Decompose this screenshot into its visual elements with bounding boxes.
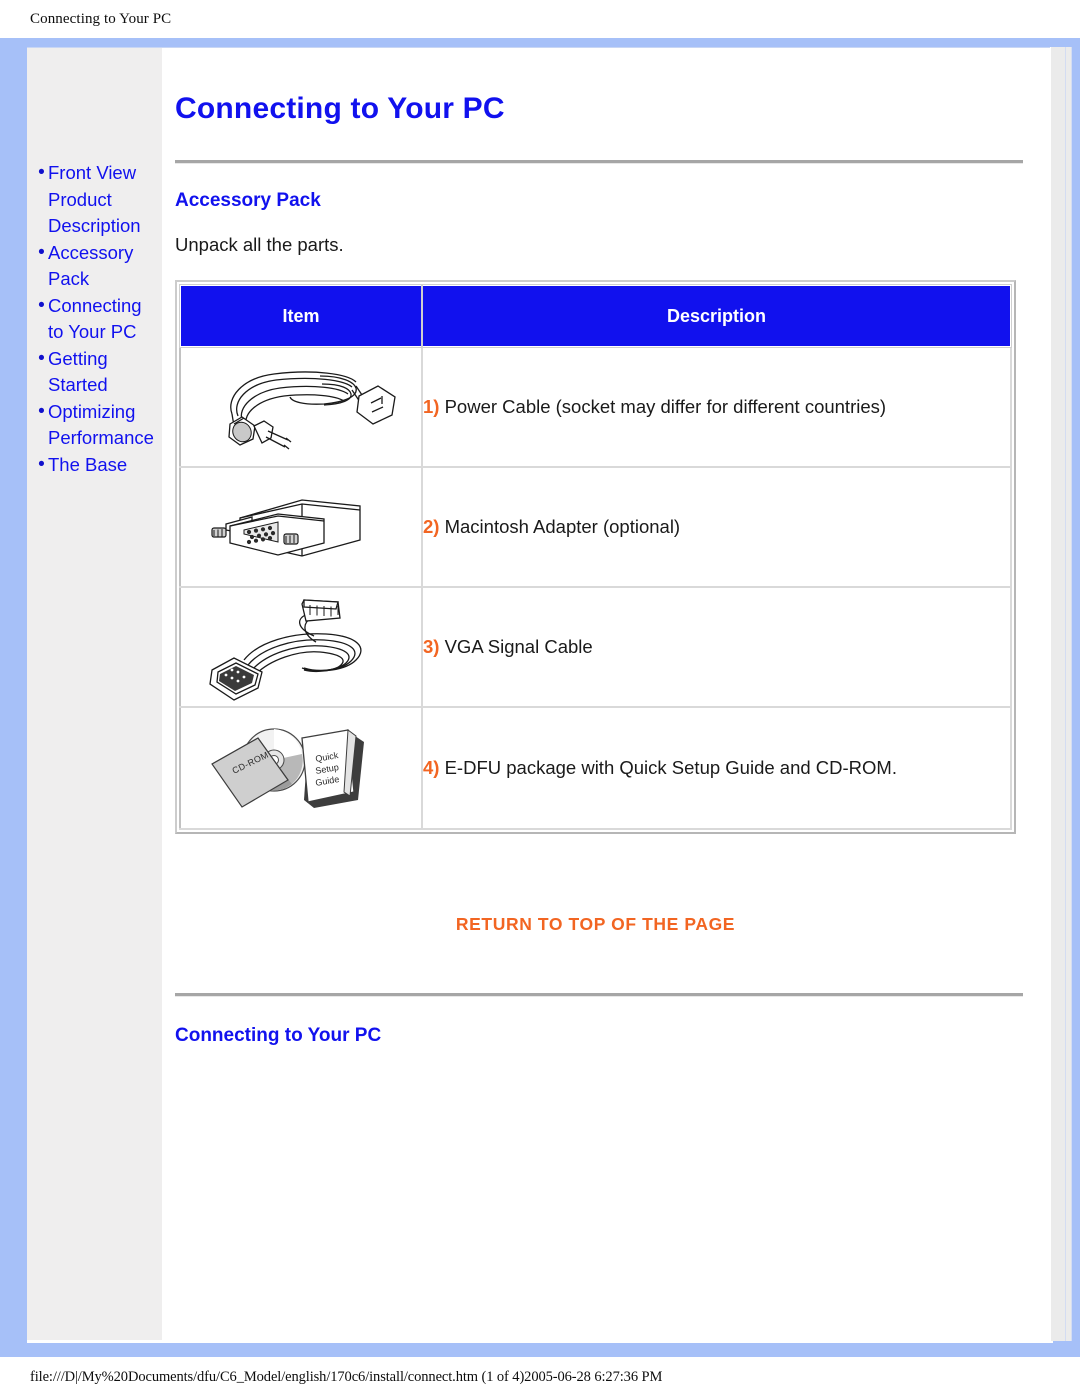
cdrom-package-icon: CD-ROM Quick Setup Guide (211, 728, 364, 808)
power-cable-illustration-cell (179, 346, 423, 468)
sidebar-item-label[interactable]: Front View Product Description (48, 160, 156, 240)
vga-signal-cable-icon (209, 599, 362, 701)
sidebar-navigation: • Front View Product Description • Acces… (27, 48, 162, 1340)
sidebar-item-front-view-product-description[interactable]: • Front View Product Description (35, 160, 156, 240)
macintosh-adapter-icon (211, 499, 361, 557)
item-description: Macintosh Adapter (optional) (444, 516, 681, 537)
item-number: 2) (423, 516, 440, 537)
table-row: 1) Power Cable (socket may differ for di… (179, 346, 1012, 468)
table-cell-description: 3) VGA Signal Cable (421, 586, 1012, 708)
section-title-accessory-pack: Accessory Pack (175, 190, 321, 211)
table-row: 2) Macintosh Adapter (optional) (179, 466, 1012, 588)
sidebar-item-label[interactable]: Getting Started (48, 346, 156, 399)
macintosh-adapter-illustration-cell (179, 466, 423, 588)
sidebar-item-getting-started[interactable]: • Getting Started (35, 346, 156, 399)
page-frame: • Front View Product Description • Acces… (0, 38, 1080, 1357)
table-row: 3) VGA Signal Cable (179, 586, 1012, 708)
power-cable-icon (228, 371, 396, 450)
item-description: Power Cable (socket may differ for diffe… (444, 396, 887, 417)
cdrom-and-guide-illustration-cell: CD-ROM Quick Setup Guide (179, 706, 423, 830)
scrollbar-track-line (1065, 47, 1066, 1341)
sidebar-item-the-base[interactable]: • The Base (35, 452, 156, 479)
item-number: 4) (423, 757, 440, 778)
document-body: • Front View Product Description • Acces… (27, 47, 1053, 1343)
bullet-icon: • (38, 294, 45, 316)
table-header-row: Item Description (179, 284, 1012, 348)
sidebar-item-label[interactable]: Accessory Pack (48, 240, 156, 293)
item-number: 3) (423, 636, 440, 657)
item-number: 1) (423, 396, 440, 417)
bullet-icon: • (38, 453, 45, 475)
accessory-table: Item Description 1) Power Cable (socket … (179, 284, 1012, 830)
sidebar-item-connecting-to-your-pc[interactable]: • Connecting to Your PC (35, 293, 156, 346)
print-footer-path: file:///D|/My%20Documents/dfu/C6_Model/e… (30, 1368, 663, 1385)
intro-paragraph: Unpack all the parts. (175, 234, 344, 255)
bullet-icon: • (38, 400, 45, 422)
main-content: Connecting to Your PC Accessory Pack Unp… (162, 48, 1053, 1343)
accessory-table-container: Item Description 1) Power Cable (socket … (175, 280, 1016, 834)
print-header: Connecting to Your PC (0, 0, 1080, 38)
return-to-top-link[interactable]: RETURN TO TOP OF THE PAGE (456, 914, 735, 934)
bullet-icon: • (38, 347, 45, 369)
print-header-title: Connecting to Your PC (30, 10, 172, 27)
sidebar-item-accessory-pack[interactable]: • Accessory Pack (35, 240, 156, 293)
return-to-top-container: RETURN TO TOP OF THE PAGE (175, 834, 1016, 935)
sidebar-item-label[interactable]: Optimizing Performance (48, 399, 156, 452)
table-row: CD-ROM Quick Setup Guide 4) E-DFU packag… (179, 706, 1012, 830)
sidebar-item-optimizing-performance[interactable]: • Optimizing Performance (35, 399, 156, 452)
item-description: E-DFU package with Quick Setup Guide and… (444, 757, 897, 778)
bullet-icon: • (38, 162, 45, 183)
item-description: VGA Signal Cable (444, 636, 593, 657)
section-title-connecting-to-your-pc: Connecting to Your PC (175, 1025, 382, 1046)
print-footer: file:///D|/My%20Documents/dfu/C6_Model/e… (0, 1357, 1080, 1397)
sidebar-item-label[interactable]: Connecting to Your PC (48, 293, 156, 346)
table-cell-description: 2) Macintosh Adapter (optional) (421, 466, 1012, 588)
page-title: Connecting to Your PC (175, 92, 505, 125)
vga-signal-cable-illustration-cell (179, 586, 423, 708)
sidebar-nav-list: • Front View Product Description • Acces… (27, 160, 162, 478)
sidebar-item-label[interactable]: The Base (48, 452, 127, 479)
table-cell-description: 1) Power Cable (socket may differ for di… (421, 346, 1012, 468)
vertical-scrollbar[interactable] (1050, 47, 1072, 1341)
column-header-description: Description (421, 284, 1012, 348)
table-cell-description: 4) E-DFU package with Quick Setup Guide … (421, 706, 1012, 830)
bullet-icon: • (38, 241, 45, 263)
column-header-item: Item (179, 284, 423, 348)
